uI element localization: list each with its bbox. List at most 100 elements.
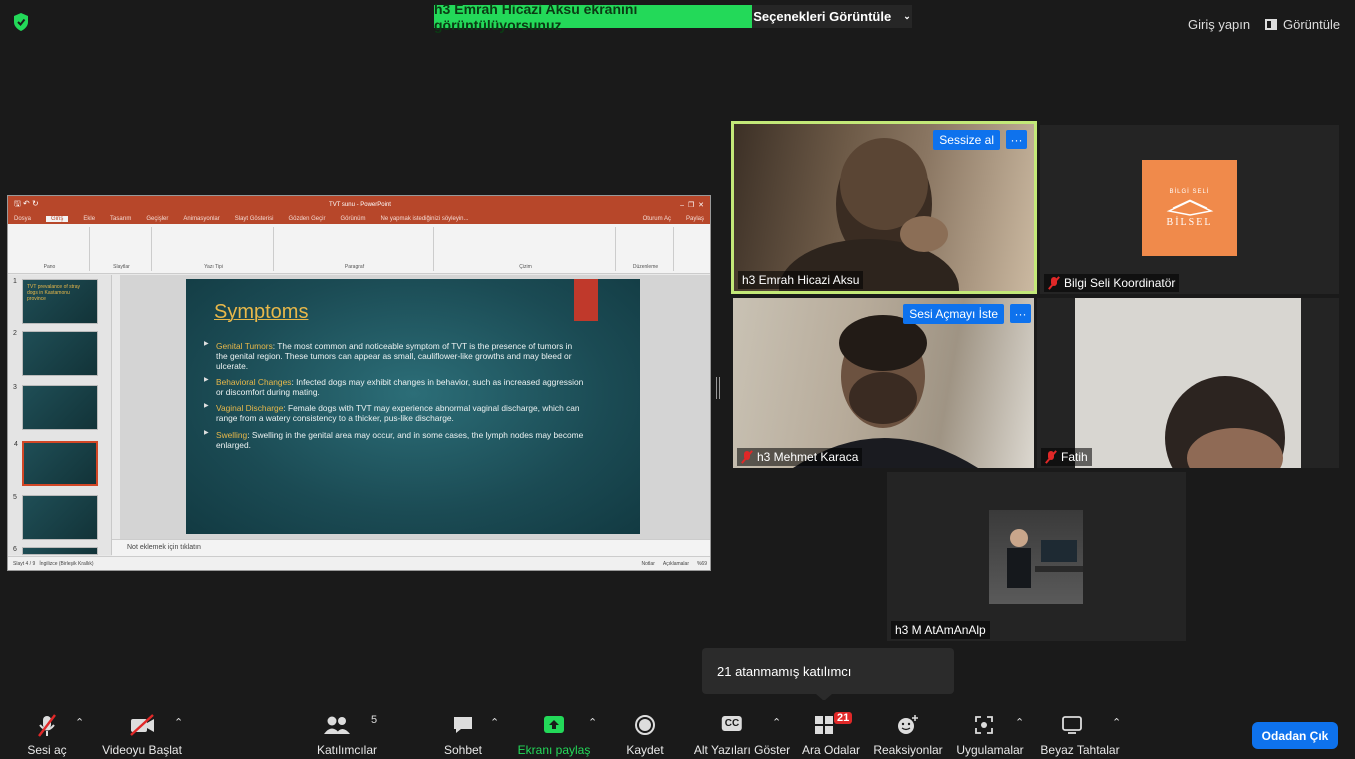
ribbon-paragraph[interactable]: Paragraf xyxy=(276,227,434,271)
thumb-slide-6[interactable]: 6 xyxy=(13,546,98,555)
status-right: Notlar Açıklamalar %69 xyxy=(642,561,707,567)
bullet-item: Behavioral Changes: Infected dogs may ex… xyxy=(204,377,584,397)
mic-muted-icon xyxy=(741,451,753,463)
record-label: Kaydet xyxy=(626,743,664,757)
ribbon-font[interactable]: Yazı Tipi xyxy=(154,227,274,271)
captions-button[interactable]: CC Alt Yazıları Göster xyxy=(692,700,792,759)
notes-pane[interactable]: Not eklemek için tıklatın xyxy=(112,539,710,556)
apps-caret-icon[interactable]: ⌃ xyxy=(1015,716,1024,729)
share-tab[interactable]: Paylaş xyxy=(686,216,704,222)
participants-button[interactable]: 5 Katılımcılar xyxy=(305,700,389,759)
ribbon-clipboard[interactable]: Pano xyxy=(10,227,90,271)
tab-design[interactable]: Tasarım xyxy=(110,216,131,222)
ribbon-label: Düzenleme xyxy=(632,264,659,270)
tab-slideshow[interactable]: Slayt Gösterisi xyxy=(235,216,274,222)
layout-icon xyxy=(1265,19,1277,30)
thumb-slide-1[interactable]: 1 TVT prevalance of stray dogs in Kastam… xyxy=(13,278,98,324)
chat-button[interactable]: Sohbet xyxy=(438,700,488,759)
breakout-rooms-button[interactable]: 21 Ara Odalar xyxy=(796,700,866,759)
bullet-item: Swelling: Swelling in the genital area m… xyxy=(204,430,584,450)
zoom-level[interactable]: %69 xyxy=(697,561,707,567)
tab-review[interactable]: Gözden Geçir xyxy=(288,216,325,222)
view-options-button[interactable]: Seçenekleri Görüntüle ⌄ xyxy=(752,5,912,28)
split-handle[interactable] xyxy=(716,377,720,399)
participant-logo: BİLGİ SELİ BİLSEL xyxy=(1142,160,1237,256)
comments-toggle[interactable]: Açıklamalar xyxy=(663,561,689,567)
mute-button[interactable]: Sessize al xyxy=(933,130,1000,150)
video-tile-bilgi[interactable]: BİLGİ SELİ BİLSEL Bilgi Seli Koordinatör xyxy=(1040,125,1339,294)
shared-screen[interactable]: TVT sunu - PowerPoint – ❐ ✕ 🖫 ↶ ↻ Dosya … xyxy=(7,195,711,571)
thumb-slide-2[interactable]: 2 xyxy=(13,330,98,376)
mic-muted-icon xyxy=(38,714,56,737)
participants-label: Katılımcılar xyxy=(316,743,377,757)
participants-icon xyxy=(323,716,350,734)
view-button[interactable]: Görüntüle xyxy=(1265,17,1340,32)
bullet-keyword: Behavioral Changes xyxy=(216,377,292,388)
sign-in-link[interactable]: Giriş yapın xyxy=(1188,17,1250,32)
share-screen-button[interactable]: Ekranı paylaş xyxy=(515,700,593,759)
start-video-button[interactable]: Videoyu Başlat xyxy=(98,700,186,759)
ribbon-label: Pano xyxy=(43,264,56,270)
bullet-item: Vaginal Discharge: Female dogs with TVT … xyxy=(204,403,584,423)
participant-name-text: h3 Emrah Hicazi Aksu xyxy=(742,273,860,287)
tell-me-box[interactable]: Ne yapmak istediğinizi söyleyin... xyxy=(380,216,468,222)
slide-editor[interactable]: Symptoms Genital Tumors: The most common… xyxy=(120,275,710,539)
tab-transitions[interactable]: Geçişler xyxy=(146,216,168,222)
slide-accent-bar xyxy=(574,279,598,321)
tab-view[interactable]: Görünüm xyxy=(340,216,365,222)
ppt-status-bar: Slayt 4 / 9 İngilizce (Birleşik Krallık)… xyxy=(8,556,710,570)
audio-caret-icon[interactable]: ⌃ xyxy=(75,716,84,729)
participant-name: Fatih xyxy=(1041,448,1092,466)
current-slide[interactable]: Symptoms Genital Tumors: The most common… xyxy=(186,279,640,534)
more-options-button[interactable]: ··· xyxy=(1006,130,1027,149)
person-figure xyxy=(1007,529,1083,588)
ppt-tabs: Dosya Giriş Ekle Tasarım Geçişler Animas… xyxy=(8,213,710,224)
video-caret-icon[interactable]: ⌃ xyxy=(174,716,183,729)
shield-icon[interactable] xyxy=(12,12,30,32)
meeting-toolbar: Sesi aç ⌃ Videoyu Başlat ⌃ 5 Katılımcıla… xyxy=(0,700,1355,759)
chat-caret-icon[interactable]: ⌃ xyxy=(490,716,499,729)
ribbon-drawing[interactable]: Çizim xyxy=(436,227,616,271)
chat-icon xyxy=(454,717,472,733)
participant-name-text: Bilgi Seli Koordinatör xyxy=(1064,276,1176,290)
leave-room-button[interactable]: Odadan Çık xyxy=(1252,722,1338,749)
video-tile-emrah[interactable]: Sessize al ··· h3 Emrah Hicazi Aksu xyxy=(731,121,1037,294)
thumb-slide-4[interactable]: 4 xyxy=(14,441,98,486)
more-options-button[interactable]: ··· xyxy=(1010,304,1031,323)
thumb-number: 2 xyxy=(13,330,17,337)
participant-photo xyxy=(989,510,1083,604)
slide-thumbnails[interactable]: 1 TVT prevalance of stray dogs in Kastam… xyxy=(8,275,112,555)
share-caret-icon[interactable]: ⌃ xyxy=(588,716,597,729)
video-tile-mehmet[interactable]: Sesi Açmayı İste ··· h3 Mehmet Karaca xyxy=(733,298,1034,468)
tab-file[interactable]: Dosya xyxy=(14,216,31,222)
ribbon-slides[interactable]: Slaytlar xyxy=(92,227,152,271)
ask-to-unmute-button[interactable]: Sesi Açmayı İste xyxy=(903,304,1004,324)
ribbon-editing[interactable]: Düzenleme xyxy=(618,227,674,271)
mic-muted-icon xyxy=(1045,451,1057,463)
sign-in-tab[interactable]: Oturum Aç xyxy=(643,216,671,222)
thumb-number: 4 xyxy=(14,441,18,448)
notes-toggle[interactable]: Notlar xyxy=(642,561,655,567)
tab-home[interactable]: Giriş xyxy=(46,215,69,222)
whiteboard-caret-icon[interactable]: ⌃ xyxy=(1112,716,1121,729)
thumb-slide-3[interactable]: 3 xyxy=(13,384,98,430)
thumb-slide-5[interactable]: 5 xyxy=(13,494,98,540)
video-tile-alp[interactable]: h3 M AtAmAnAlp xyxy=(887,472,1186,641)
captions-caret-icon[interactable]: ⌃ xyxy=(772,716,781,729)
participant-name: h3 M AtAmAnAlp xyxy=(891,621,990,639)
captions-label: Alt Yazıları Göster xyxy=(693,743,791,757)
reactions-button[interactable]: Reaksiyonlar xyxy=(872,700,944,759)
slide-counter: Slayt 4 / 9 xyxy=(13,561,36,567)
unmute-button[interactable]: Sesi aç xyxy=(22,700,72,759)
tab-insert[interactable]: Ekle xyxy=(83,216,95,222)
video-tile-fatih[interactable]: Fatih xyxy=(1037,298,1339,468)
tab-animations[interactable]: Animasyonlar xyxy=(183,216,219,222)
whiteboards-button[interactable]: Beyaz Tahtalar xyxy=(1040,700,1120,759)
participant-name-text: h3 M AtAmAnAlp xyxy=(895,623,986,637)
thumb-title: TVT prevalance of stray dogs in Kastamon… xyxy=(27,284,80,302)
whiteboard-icon xyxy=(1062,716,1082,734)
apps-button[interactable]: Uygulamalar xyxy=(954,700,1026,759)
bullet-text: : Swelling in the genital area may occur… xyxy=(216,429,584,450)
thumb-number: 1 xyxy=(13,278,17,285)
record-button[interactable]: Kaydet xyxy=(620,700,670,759)
